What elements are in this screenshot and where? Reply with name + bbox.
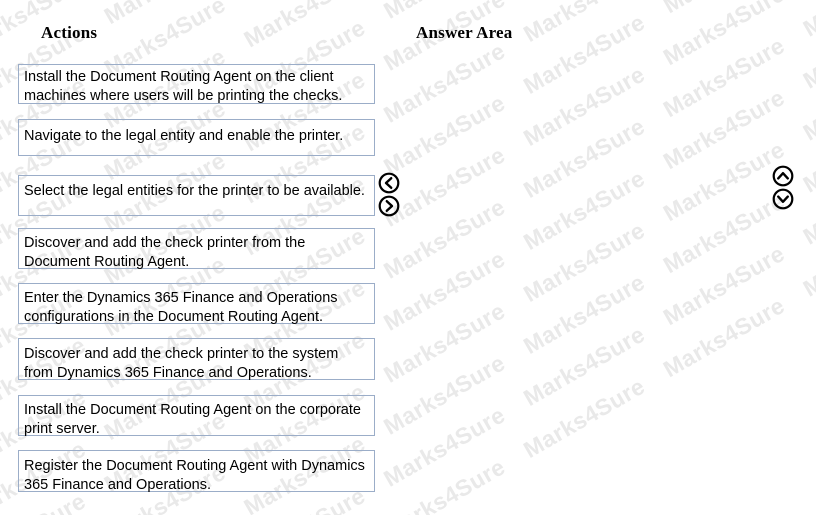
actions-column-heading: Actions [41, 23, 98, 42]
chevron-left-circle-icon[interactable] [378, 172, 400, 194]
chevron-down-circle-icon[interactable] [772, 188, 794, 210]
action-item-2-label: Navigate to the legal entity and enable … [24, 128, 344, 144]
action-item-8[interactable]: Register the Document Routing Agent with… [18, 450, 375, 493]
action-item-3-label: Select the legal entities for the printe… [24, 183, 365, 199]
action-item-1[interactable]: Install the Document Routing Agent on th… [18, 64, 375, 104]
answer-area-column-heading: Answer Area [416, 23, 513, 42]
chevron-up-circle-icon[interactable] [772, 165, 794, 187]
action-item-6[interactable]: Discover and add the check printer to th… [18, 338, 375, 381]
action-item-8-label: Register the Document Routing Agent with… [24, 458, 365, 493]
action-item-2[interactable]: Navigate to the legal entity and enable … [18, 119, 375, 156]
action-item-7-label: Install the Document Routing Agent on th… [24, 402, 361, 437]
action-item-3[interactable]: Select the legal entities for the printe… [18, 175, 375, 216]
action-item-5[interactable]: Enter the Dynamics 365 Finance and Opera… [18, 283, 375, 325]
question-canvas: Actions Answer Area Install the Document… [0, 0, 816, 515]
action-item-4-label: Discover and add the check printer from … [24, 235, 306, 270]
action-item-7[interactable]: Install the Document Routing Agent on th… [18, 395, 375, 437]
chevron-right-circle-icon[interactable] [378, 195, 400, 217]
action-item-6-label: Discover and add the check printer to th… [24, 346, 339, 381]
action-item-5-label: Enter the Dynamics 365 Finance and Opera… [24, 290, 338, 325]
action-item-4[interactable]: Discover and add the check printer from … [18, 228, 375, 270]
action-item-1-label: Install the Document Routing Agent on th… [24, 69, 343, 104]
